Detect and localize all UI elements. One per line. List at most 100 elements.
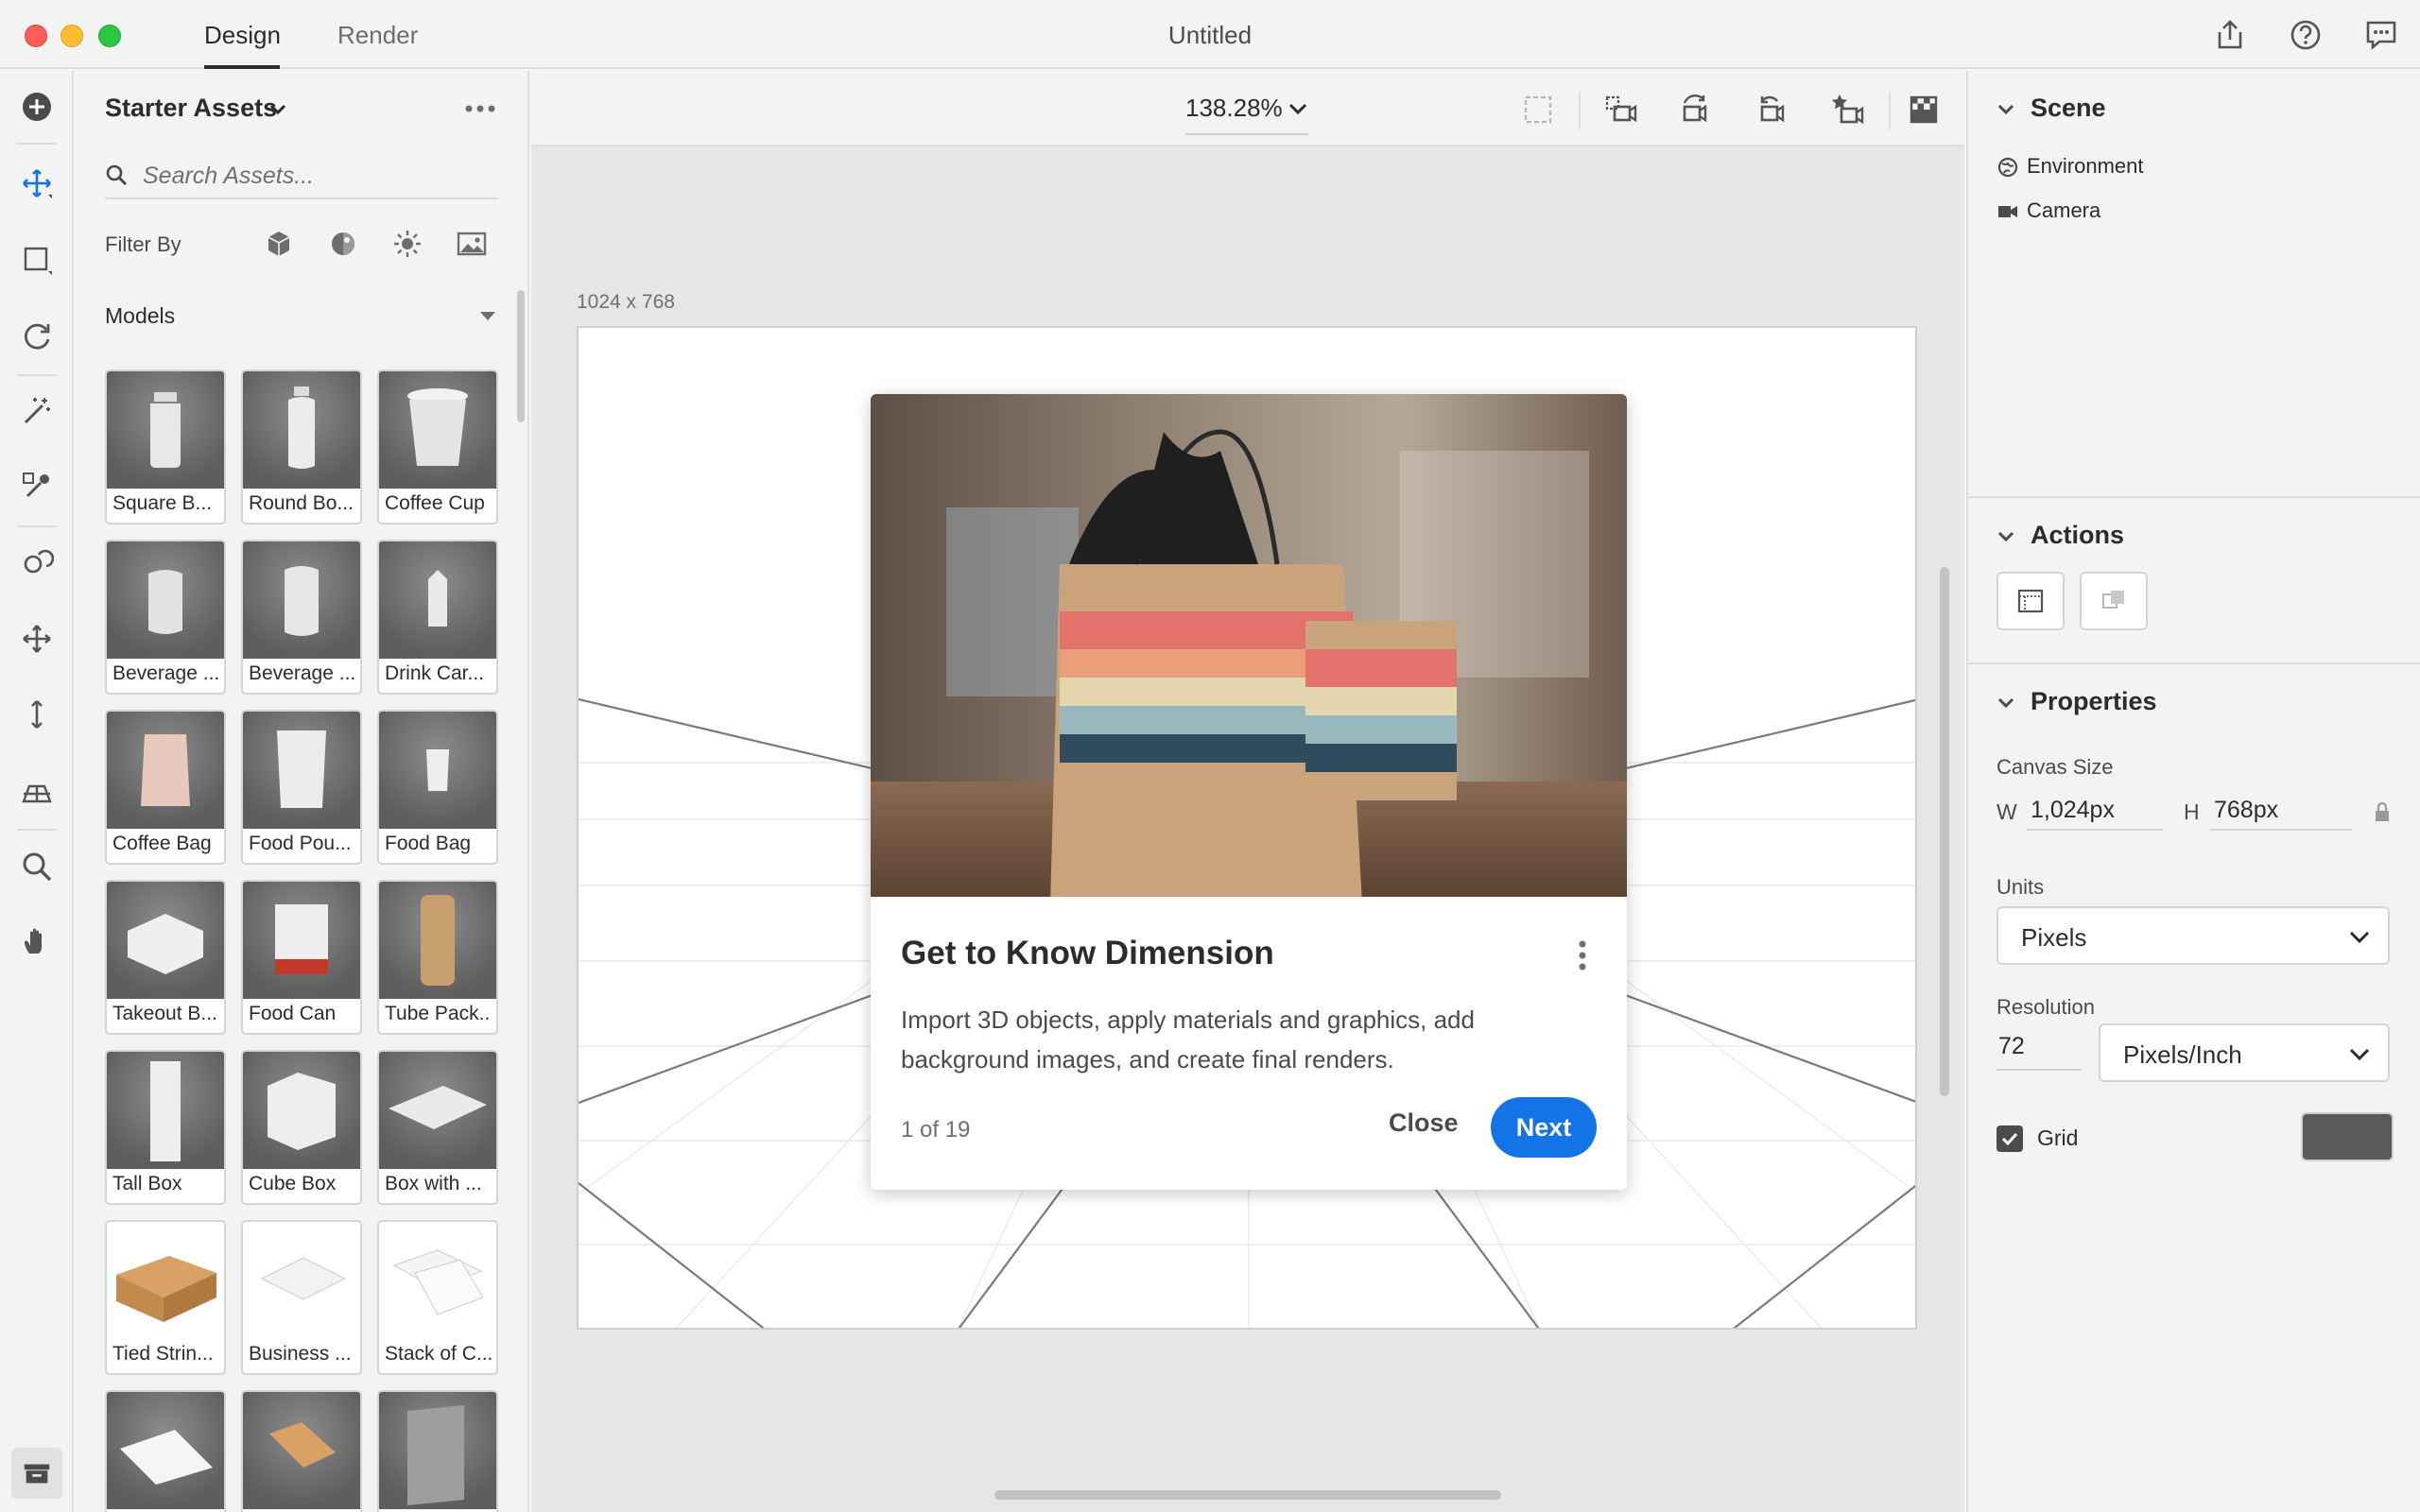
select-icon[interactable] [16,239,58,281]
height-input[interactable] [2210,791,2352,831]
help-icon[interactable] [2288,17,2324,53]
asset-tile[interactable]: Beverage ... [241,540,362,695]
asset-tile[interactable]: Business ... [241,1220,362,1375]
asset-tile[interactable]: Takeout B... [105,880,226,1035]
move-icon[interactable] [16,163,58,204]
hand-icon[interactable] [16,921,58,963]
asset-thumbnail [243,541,360,659]
assets-panel: Starter Assets Filter By Models Square B… [76,71,529,1512]
pan-icon[interactable] [16,618,58,660]
chevron-down-icon[interactable] [1996,696,2015,710]
match-image-button[interactable] [2080,572,2148,630]
dolly-icon[interactable] [16,694,58,735]
properties-heading[interactable]: Properties [2031,687,2157,716]
grid-color-swatch[interactable] [2301,1112,2394,1161]
scene-item-environment[interactable]: Environment [2027,154,2144,179]
fit-to-canvas-button[interactable] [1996,572,2065,630]
zoom-icon[interactable] [16,846,58,887]
camera-orbit-icon[interactable] [1679,92,1715,128]
orbit-icon[interactable] [16,315,58,356]
tab-render[interactable]: Render [337,21,418,50]
window-close-button[interactable] [25,25,47,47]
chevron-down-icon[interactable] [1288,101,1308,116]
next-button[interactable]: Next [1491,1097,1597,1158]
chevron-down-icon[interactable] [1996,103,2015,116]
asset-tile[interactable]: Square B... [105,369,226,524]
canvas-size-label: Canvas Size [1996,755,2114,779]
asset-tile[interactable] [377,1390,498,1512]
canvas-horizontal-scrollbar[interactable] [994,1490,1501,1500]
lights-icon[interactable] [391,228,424,260]
asset-tile[interactable] [105,1390,226,1512]
chevron-down-icon[interactable] [268,99,288,120]
add-icon[interactable] [16,86,58,128]
resolution-input[interactable] [1996,1023,2082,1071]
close-button[interactable]: Close [1389,1108,1459,1138]
more-vertical-icon[interactable] [1568,936,1597,974]
asset-tile[interactable]: Cube Box [241,1050,362,1205]
camera-undo-icon[interactable] [1754,92,1790,128]
asset-label: Food Bag [385,833,472,854]
asset-tile[interactable]: Coffee Bag [105,710,226,865]
camera-bookmark-icon[interactable] [1830,92,1866,128]
assets-title[interactable]: Starter Assets [105,94,277,123]
tool-separator [17,525,57,527]
asset-tile[interactable]: Drink Car... [377,540,498,695]
asset-label: Square B... [112,492,213,514]
window-zoom-button[interactable] [98,25,121,47]
scene-heading[interactable]: Scene [2031,94,2106,123]
render-preview-icon[interactable] [1906,92,1942,128]
caret-down-icon[interactable] [478,309,497,322]
asset-tile[interactable]: Tied Strin... [105,1220,226,1375]
feedback-icon[interactable] [2363,17,2399,53]
asset-label: Cube Box [249,1173,337,1194]
tab-design[interactable]: Design [204,21,281,50]
units-dropdown[interactable]: Pixels [1996,906,2390,965]
asset-thumbnail [243,712,360,829]
more-icon[interactable] [463,97,497,120]
materials-icon[interactable] [327,228,359,260]
asset-tile[interactable]: Coffee Cup [377,369,498,524]
asset-tile[interactable]: Food Can [241,880,362,1035]
share-icon[interactable] [2212,17,2248,53]
sample-icon[interactable] [16,541,58,583]
scene-item-camera[interactable]: Camera [2027,198,2100,223]
asset-tile[interactable]: Round Bo... [241,369,362,524]
grid-label[interactable]: Grid [2037,1125,2078,1151]
search-input[interactable] [143,158,493,194]
eyedropper-icon[interactable] [16,466,58,507]
asset-tile[interactable]: Stack of C... [377,1220,498,1375]
asset-tile[interactable] [241,1390,362,1512]
models-icon[interactable] [263,228,295,260]
lock-icon[interactable] [2373,801,2392,824]
camera-frame-icon[interactable] [1603,92,1639,128]
asset-thumbnail [107,712,224,829]
units-label: Units [1996,875,2045,899]
asset-label: Takeout B... [112,1003,217,1024]
magic-wand-icon[interactable] [16,390,58,432]
units-value: Pixels [2021,923,2087,952]
asset-tile[interactable]: Food Pou... [241,710,362,865]
asset-tile[interactable]: Food Bag [377,710,498,865]
assets-scrollbar[interactable] [517,290,525,422]
asset-tile[interactable]: Beverage ... [105,540,226,695]
zoom-level[interactable]: 138.28% [1185,94,1283,123]
chevron-down-icon[interactable] [1996,530,2015,543]
window-minimize-button[interactable] [60,25,83,47]
grid-checkbox[interactable] [1996,1125,2023,1152]
onboarding-body: Import 3D objects, apply materials and g… [901,1005,1475,1074]
images-icon[interactable] [456,228,488,260]
asset-tile[interactable]: Tube Pack.. [377,880,498,1035]
frame-select-icon[interactable] [1520,92,1556,128]
asset-thumbnail [379,882,496,999]
asset-tile[interactable]: Tall Box [105,1050,226,1205]
asset-tile[interactable]: Box with ... [377,1050,498,1205]
canvas-vertical-scrollbar[interactable] [1940,567,1949,1096]
width-input[interactable] [2027,791,2163,831]
horizon-icon[interactable] [16,769,58,811]
resolution-unit-dropdown[interactable]: Pixels/Inch [2099,1023,2390,1082]
canvas[interactable]: Get to Know Dimension Import 3D objects,… [577,326,1917,1330]
library-icon[interactable] [11,1448,62,1499]
actions-heading[interactable]: Actions [2031,521,2124,550]
asset-thumbnail [243,1392,360,1509]
